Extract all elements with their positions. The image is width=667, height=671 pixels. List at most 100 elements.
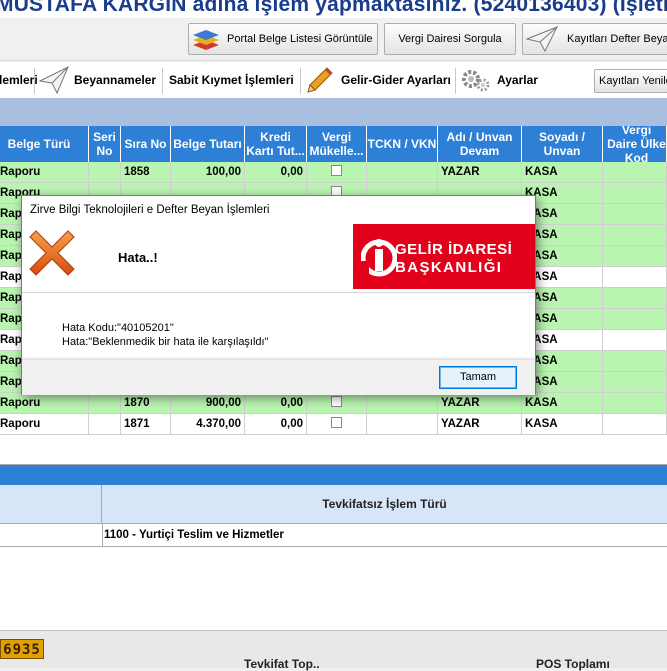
empty-cell (603, 162, 667, 183)
empty-cell (603, 309, 667, 330)
vergi-mukellef-cell (307, 393, 367, 414)
lower-header-tevkifatsiz[interactable]: Tevkifatsız İşlem Türü (102, 485, 667, 523)
menu-islemleri[interactable]: lemleri (0, 62, 38, 98)
empty-cell (603, 225, 667, 246)
table-row[interactable]: Raporu 1871 4.370,00 0,00 YAZAR KASA (0, 414, 667, 435)
empty-cell (367, 393, 438, 414)
col-belge-turu[interactable]: Belge Türü (0, 126, 89, 162)
error-dialog: Zirve Bilgi Teknolojileri e Defter Beyan… (21, 195, 536, 395)
record-counter: 6935 (0, 639, 44, 659)
col-belge-tutari[interactable]: Belge Tutarı (171, 126, 245, 162)
soyadi-cell: KASA (522, 162, 603, 183)
refresh-records-label: Kayıtları Yenile (599, 75, 667, 87)
menu-beyannameler[interactable]: Beyannameler (38, 62, 156, 98)
empty-cell (603, 183, 667, 204)
dialog-divider (22, 292, 535, 293)
error-code-text: Hata Kodu:"40105201" (62, 322, 174, 334)
tur-cell: Raporu (0, 162, 89, 183)
soyadi-cell: KASA (522, 393, 603, 414)
empty-cell (603, 393, 667, 414)
empty-cell (603, 351, 667, 372)
layers-icon (193, 30, 219, 50)
table-row[interactable]: Raporu 1858 100,00 0,00 YAZAR KASA (0, 162, 667, 183)
menu-sabit-kiymet-label: Sabit Kıymet İşlemleri (169, 73, 294, 87)
portal-list-label: Portal Belge Listesi Görüntüle (227, 33, 373, 45)
vergi-mukellef-cell (307, 162, 367, 183)
portal-list-button[interactable]: Portal Belge Listesi Görüntüle (188, 23, 378, 55)
col-vergi-mukellef[interactable]: Vergi Mükelle... (307, 126, 367, 162)
empty-cell (603, 267, 667, 288)
menu-separator (162, 68, 163, 94)
menu-bar: lemleri Beyannameler Sabit Kıymet İşleml… (0, 62, 667, 99)
col-vergi-daire[interactable]: Vergi Daire Ülke Kod (603, 126, 667, 162)
menu-ayarlar[interactable]: Ayarlar (460, 62, 538, 98)
dialog-heading: Hata..! (118, 250, 158, 265)
paper-plane-icon (38, 65, 69, 95)
tur-cell: Raporu (0, 393, 89, 414)
vergi-mukellef-checkbox[interactable] (331, 165, 342, 177)
empty-cell (603, 372, 667, 393)
menu-gelir-gider-label: Gelir-Gider Ayarları (341, 73, 451, 87)
pencil-icon (307, 67, 333, 93)
table-row[interactable]: Raporu 1870 900,00 0,00 YAZAR KASA (0, 393, 667, 414)
adi-cell: YAZAR (438, 414, 522, 435)
tur-cell: Raporu (0, 414, 89, 435)
gib-logo-mark-icon (361, 239, 397, 277)
menu-ayarlar-label: Ayarlar (497, 73, 538, 87)
col-tckn-vkn[interactable]: TCKN / VKN (367, 126, 438, 162)
menu-separator (455, 68, 456, 94)
lower-panel: Tevkifatsız İşlem Türü 1100 - Yurtiçi Te… (0, 464, 667, 635)
lower-group-strip (0, 465, 667, 485)
dialog-title: Zirve Bilgi Teknolojileri e Defter Beyan… (22, 196, 535, 224)
sira-cell: 1871 (121, 414, 171, 435)
empty-cell (603, 330, 667, 351)
lower-row[interactable]: 1100 - Yurtiçi Teslim ve Hizmetler (0, 523, 667, 547)
col-soyadi-unvan[interactable]: Soyadı / Unvan (522, 126, 603, 162)
kredi-cell: 0,00 (245, 414, 307, 435)
menu-gelir-gider[interactable]: Gelir-Gider Ayarları (305, 62, 451, 98)
vergi-dairesi-button[interactable]: Vergi Dairesi Sorgula (384, 23, 516, 55)
paper-plane-icon (525, 26, 559, 53)
banner-text: MUSTAFA KARGIN adına işlem yapmaktasınız… (0, 0, 667, 16)
error-x-icon (29, 230, 75, 276)
col-seri-no[interactable]: Seri No (89, 126, 121, 162)
gib-logo-line1: GELİR İDARESİ (395, 241, 513, 258)
status-bar: 6935 Tevkifat Top.. POS Toplamı (0, 630, 667, 671)
menu-beyannameler-label: Beyannameler (74, 73, 157, 87)
title-banner: MUSTAFA KARGIN adına işlem yapmaktasınız… (0, 0, 667, 18)
gib-logo-line2: BAŞKANLIĞI (395, 259, 503, 276)
lower-row-divider (102, 524, 103, 546)
error-message-text: Hata:"Beklenmedik bir hata ile karşılaşı… (62, 336, 269, 348)
dialog-body: Hata..! GELİR İDARESİ BAŞKANLIĞI Hata Ko… (22, 224, 535, 357)
gib-logo: GELİR İDARESİ BAŞKANLIĞI (353, 224, 535, 289)
empty-cell (367, 162, 438, 183)
menu-separator (34, 68, 35, 94)
menu-sabit-kiymet[interactable]: Sabit Kıymet İşlemleri (169, 62, 294, 98)
tevkifat-total-label: Tevkifat Top.. (244, 657, 320, 671)
empty-cell (89, 414, 121, 435)
gears-icon (462, 70, 490, 92)
vergi-mukellef-checkbox[interactable] (331, 417, 342, 429)
empty-cell (603, 246, 667, 267)
vergi-mukellef-checkbox[interactable] (331, 396, 342, 408)
grid-group-strip (0, 98, 667, 126)
kayitlari-defter-button[interactable]: Kayıtları Defter Beya (522, 23, 667, 55)
refresh-records-button[interactable]: Kayıtları Yenile (594, 69, 667, 93)
col-kredi-karti[interactable]: Kredi Kartı Tut... (245, 126, 307, 162)
tutar-cell: 900,00 (171, 393, 245, 414)
vergi-mukellef-cell (307, 414, 367, 435)
empty-cell (89, 162, 121, 183)
col-sira-no[interactable]: Sıra No (121, 126, 171, 162)
pos-total-label: POS Toplamı (536, 657, 610, 671)
kayitlari-defter-label: Kayıtları Defter Beya (567, 33, 667, 45)
col-adi-unvan[interactable]: Adı / Unvan Devam (438, 126, 522, 162)
empty-cell (603, 288, 667, 309)
dialog-footer: Tamam (22, 359, 535, 395)
ok-button[interactable]: Tamam (439, 366, 517, 389)
kredi-cell: 0,00 (245, 162, 307, 183)
empty-cell (603, 414, 667, 435)
sira-cell: 1858 (121, 162, 171, 183)
sira-cell: 1870 (121, 393, 171, 414)
lower-header-label: Tevkifatsız İşlem Türü (322, 497, 447, 511)
adi-cell: YAZAR (438, 393, 522, 414)
